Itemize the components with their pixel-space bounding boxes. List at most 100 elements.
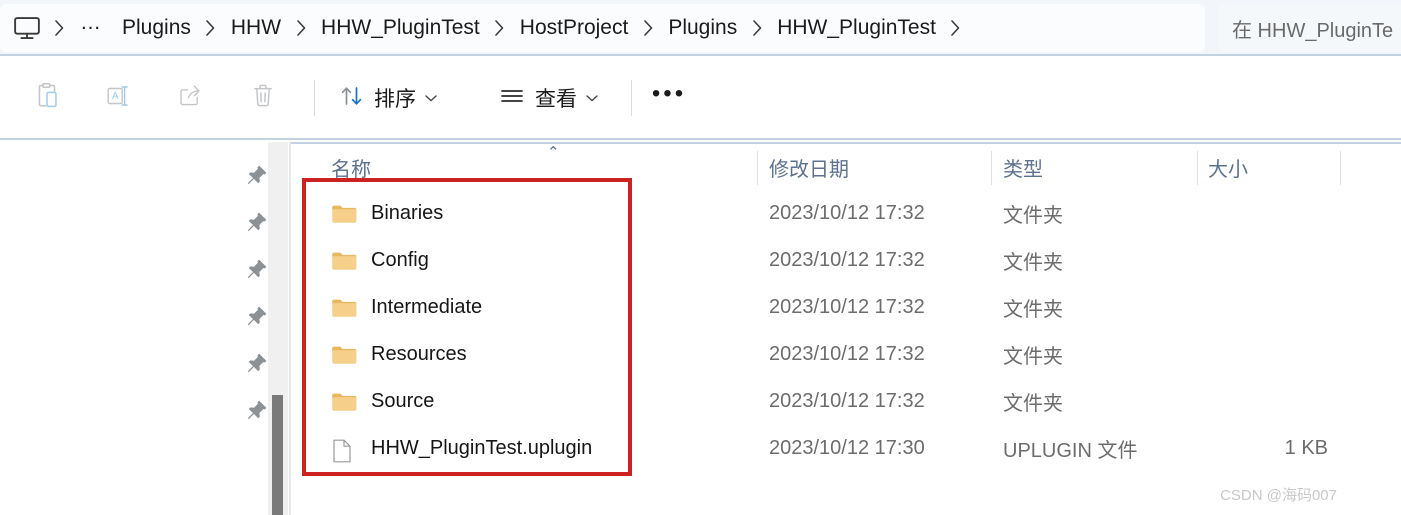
table-row[interactable]: Binaries 2023/10/12 17:32 文件夹 [291, 190, 1401, 237]
delete-button[interactable] [238, 75, 288, 121]
column-header-date[interactable]: 修改日期 [769, 145, 1003, 189]
cell-type: 文件夹 [1003, 331, 1063, 378]
file-name: HHW_PluginTest.uplugin [371, 437, 593, 459]
file-type: 文件夹 [1003, 393, 1063, 415]
column-header-date-label: 修改日期 [769, 158, 849, 181]
breadcrumb-separator-trailing[interactable] [945, 19, 967, 37]
sort-label: 排序 [374, 88, 416, 111]
folder-icon [331, 297, 357, 319]
share-icon [177, 83, 205, 114]
file-date: 2023/10/12 17:32 [769, 343, 925, 365]
monitor-icon[interactable] [10, 11, 44, 45]
trash-icon [250, 82, 276, 115]
cell-type: 文件夹 [1003, 190, 1063, 237]
file-name: Config [371, 249, 429, 271]
file-size: 1 KB [1284, 437, 1328, 459]
column-header-size-label: 大小 [1208, 158, 1248, 181]
breadcrumb-overflow[interactable]: … [70, 12, 113, 38]
cell-name: Source [331, 378, 434, 425]
breadcrumb-separator [637, 19, 659, 37]
cell-size [1208, 378, 1328, 425]
column-divider[interactable] [1340, 151, 1341, 185]
file-name: Binaries [371, 202, 444, 224]
cell-size [1208, 190, 1328, 237]
more-options-button[interactable]: ••• [646, 75, 692, 121]
pin-icon[interactable] [245, 210, 269, 234]
cell-date: 2023/10/12 17:32 [769, 378, 925, 425]
column-divider[interactable] [1197, 151, 1198, 185]
file-date: 2023/10/12 17:32 [769, 249, 925, 271]
cell-name: Config [331, 237, 429, 284]
file-type: 文件夹 [1003, 252, 1063, 274]
cell-size [1208, 331, 1328, 378]
share-button[interactable] [166, 75, 216, 121]
file-date: 2023/10/12 17:30 [769, 437, 925, 459]
file-name: Resources [371, 343, 467, 365]
column-header-row: 名称 ⌃ 修改日期 类型 大小 [291, 144, 1401, 189]
table-row[interactable]: Config 2023/10/12 17:32 文件夹 [291, 237, 1401, 284]
navigation-scrollbar-thumb[interactable] [272, 395, 283, 515]
breadcrumb-item-plugins-root[interactable]: Plugins [113, 13, 200, 43]
search-input[interactable]: 在 HHW_PluginTe [1218, 4, 1401, 52]
watermark: CSDN @海码007 [1220, 487, 1337, 504]
breadcrumb-item-hostproject[interactable]: HostProject [511, 13, 638, 43]
folder-icon [331, 344, 357, 366]
file-date: 2023/10/12 17:32 [769, 296, 925, 318]
table-row[interactable]: Intermediate 2023/10/12 17:32 文件夹 [291, 284, 1401, 331]
table-row[interactable]: Source 2023/10/12 17:32 文件夹 [291, 378, 1401, 425]
pin-icon[interactable] [245, 163, 269, 187]
paste-button[interactable] [22, 75, 72, 121]
cell-type: 文件夹 [1003, 284, 1063, 331]
breadcrumb[interactable]: … Plugins HHW HHW_PluginTest HostProject… [0, 4, 1205, 52]
folder-icon [331, 203, 357, 225]
table-row[interactable]: HHW_PluginTest.uplugin 2023/10/12 17:30 … [291, 425, 1401, 472]
sort-button[interactable]: 排序 [329, 75, 448, 121]
breadcrumb-separator [290, 19, 312, 37]
rename-button[interactable]: A [94, 75, 144, 121]
pin-icon[interactable] [245, 351, 269, 375]
file-type: 文件夹 [1003, 205, 1063, 227]
breadcrumb-item-plugins[interactable]: Plugins [659, 13, 746, 43]
more-horizontal-icon: ••• [651, 80, 687, 107]
column-divider[interactable] [991, 151, 992, 185]
search-placeholder: 在 HHW_PluginTe [1232, 19, 1394, 42]
pin-icon[interactable] [245, 398, 269, 422]
file-name: Source [371, 390, 435, 412]
pin-icon[interactable] [245, 304, 269, 328]
address-bar: … Plugins HHW HHW_PluginTest HostProject… [0, 0, 1401, 56]
file-date: 2023/10/12 17:32 [769, 202, 925, 224]
header-top-rule [291, 142, 1401, 144]
folder-icon [331, 391, 357, 413]
view-button[interactable]: 查看 [488, 75, 609, 121]
breadcrumb-item-hhw-plugintest-current[interactable]: HHW_PluginTest [768, 13, 945, 43]
cell-size [1208, 284, 1328, 331]
breadcrumb-separator [200, 19, 222, 37]
cell-date: 2023/10/12 17:30 [769, 425, 925, 472]
toolbar-divider [631, 80, 632, 116]
cell-date: 2023/10/12 17:32 [769, 331, 925, 378]
file-date: 2023/10/12 17:32 [769, 390, 925, 412]
column-divider[interactable] [757, 151, 758, 185]
file-type: 文件夹 [1003, 346, 1063, 368]
view-lines-icon [498, 83, 526, 114]
cell-type: UPLUGIN 文件 [1003, 425, 1137, 472]
cell-name: Binaries [331, 190, 443, 237]
column-header-type[interactable]: 类型 [1003, 145, 1208, 189]
cell-name: Resources [331, 331, 467, 378]
file-list-pane: 名称 ⌃ 修改日期 类型 大小 Binaries 2023/10/12 17:3… [291, 142, 1401, 515]
folder-icon [331, 250, 357, 272]
breadcrumb-item-hhw-plugintest[interactable]: HHW_PluginTest [312, 13, 489, 43]
navigation-pane[interactable] [0, 142, 276, 515]
file-name: Intermediate [371, 296, 483, 318]
breadcrumb-item-hhw[interactable]: HHW [222, 13, 290, 43]
view-label: 查看 [535, 88, 577, 111]
pin-icon[interactable] [245, 257, 269, 281]
column-header-size[interactable]: 大小 [1208, 145, 1338, 189]
command-bar: A 排序 查看 ••• [0, 58, 1401, 140]
table-row[interactable]: Resources 2023/10/12 17:32 文件夹 [291, 331, 1401, 378]
file-type: UPLUGIN 文件 [1003, 440, 1138, 462]
column-header-name[interactable]: 名称 ⌃ [331, 144, 769, 189]
cell-date: 2023/10/12 17:32 [769, 190, 925, 237]
cell-type: 文件夹 [1003, 237, 1063, 284]
sort-arrows-icon [339, 83, 365, 114]
